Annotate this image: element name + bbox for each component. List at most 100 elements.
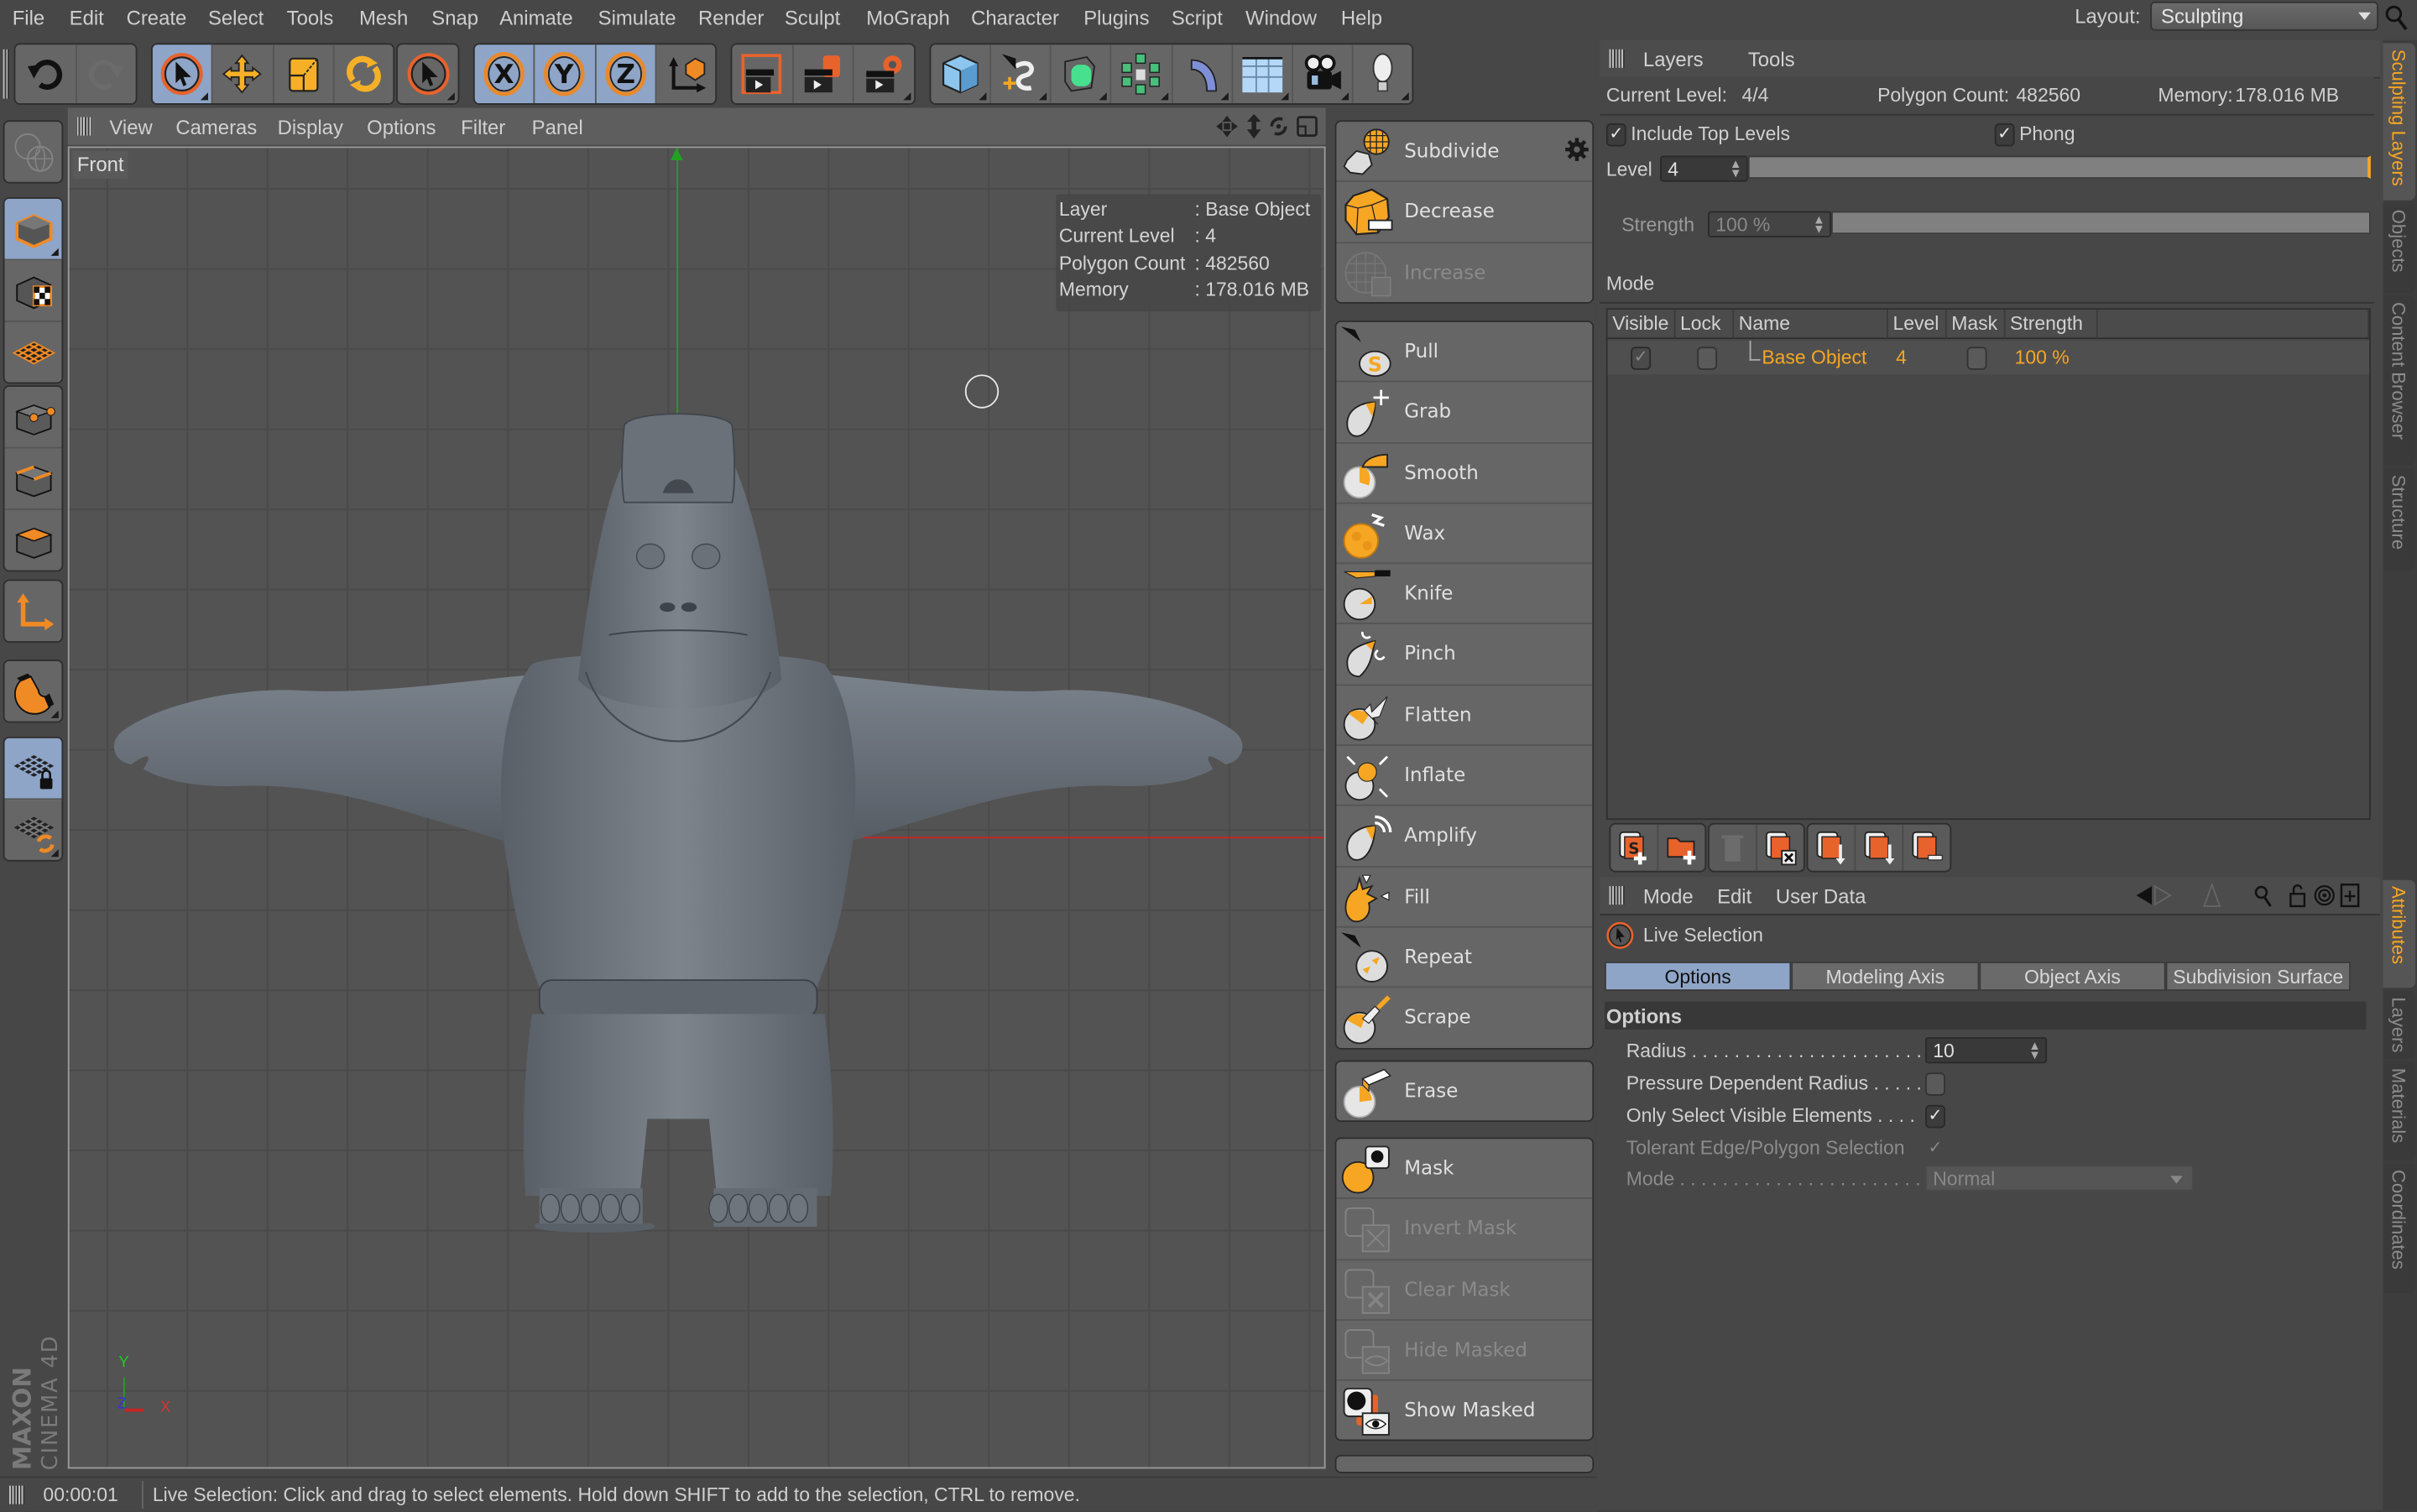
- viewport-menu-filter[interactable]: Filter: [461, 116, 505, 139]
- radius-field[interactable]: 10 ▲ ▼: [1925, 1037, 2048, 1064]
- side-tab-materials[interactable]: Materials: [2383, 1061, 2416, 1161]
- live-selection-button[interactable]: [152, 44, 213, 104]
- menu-character[interactable]: Character: [971, 6, 1059, 29]
- bake-layer-button[interactable]: [1808, 824, 1856, 871]
- stepper-icon[interactable]: ▲ ▼: [1813, 213, 1825, 235]
- menu-select[interactable]: Select: [208, 6, 264, 29]
- tool-mask[interactable]: Mask: [1336, 1139, 1593, 1200]
- orbit-icon[interactable]: [1270, 117, 1287, 136]
- menu-plugins[interactable]: Plugins: [1083, 6, 1149, 29]
- phong-checkbox[interactable]: ✓: [1994, 123, 2015, 147]
- mode-dropdown[interactable]: Normal: [1925, 1165, 2194, 1191]
- tool-smooth[interactable]: Smooth: [1336, 443, 1593, 504]
- col-strength[interactable]: Strength: [2005, 310, 2098, 340]
- menu-help[interactable]: Help: [1341, 6, 1382, 29]
- menu-simulate[interactable]: Simulate: [598, 6, 676, 29]
- planar-workplane-button[interactable]: [5, 800, 62, 860]
- stepper-icon[interactable]: ▲ ▼: [1730, 158, 1742, 180]
- menu-create[interactable]: Create: [127, 6, 187, 29]
- viewport-menu-options[interactable]: Options: [367, 116, 436, 139]
- add-folder-button[interactable]: [1658, 825, 1704, 871]
- side-tab-content-browser[interactable]: Content Browser: [2383, 295, 2416, 466]
- subdivision-surface-button[interactable]: [1052, 44, 1112, 104]
- side-tab-layers[interactable]: Layers: [2383, 990, 2416, 1059]
- tool-repeat[interactable]: Repeat: [1336, 928, 1593, 988]
- add-layer-button[interactable]: S: [1610, 824, 1659, 871]
- layer-strength[interactable]: 100 %: [2015, 347, 2070, 368]
- remove-layer-button[interactable]: [1903, 825, 1950, 871]
- tab-options[interactable]: Options: [1605, 962, 1792, 991]
- floor-button[interactable]: [1233, 44, 1293, 104]
- layer-row[interactable]: ✓ Base Object 4 100 %: [1607, 340, 2370, 375]
- col-mask[interactable]: Mask: [1946, 310, 2006, 340]
- maximize-view-icon[interactable]: [1297, 116, 1318, 138]
- layout-dropdown[interactable]: Sculpting: [2150, 1, 2379, 31]
- tool-knife[interactable]: Knife: [1336, 565, 1593, 625]
- tool-pull[interactable]: S Pull: [1336, 322, 1593, 383]
- edges-mode-button[interactable]: [4, 448, 62, 510]
- panel-grip-icon[interactable]: [9, 1485, 25, 1504]
- viewport-menu-display[interactable]: Display: [278, 116, 343, 139]
- undo-button[interactable]: [15, 44, 76, 104]
- pressure-dependent-radius-checkbox[interactable]: [1925, 1072, 1945, 1096]
- z-axis-lock-button[interactable]: Z: [595, 44, 656, 104]
- spline-pen-button[interactable]: [991, 44, 1052, 104]
- viewport-menu-cameras[interactable]: Cameras: [175, 116, 257, 139]
- stepper-icon[interactable]: ▲ ▼: [2028, 1040, 2041, 1061]
- tool-show-masked[interactable]: Show Masked: [1336, 1381, 1592, 1440]
- polygons-mode-button[interactable]: [5, 510, 62, 571]
- menu-window[interactable]: Window: [1245, 6, 1317, 29]
- level-field[interactable]: 4 ▲ ▼: [1660, 155, 1748, 182]
- layer-mask-checkbox[interactable]: [1966, 347, 1987, 370]
- forward-icon[interactable]: [2153, 884, 2172, 906]
- layer-lock-checkbox[interactable]: [1697, 347, 1718, 370]
- camera-button[interactable]: [1293, 44, 1354, 104]
- viewport-menu-panel[interactable]: Panel: [532, 116, 583, 139]
- layers-menu-tools[interactable]: Tools: [1748, 48, 1795, 71]
- coordinate-system-button[interactable]: [656, 44, 715, 103]
- col-visible[interactable]: Visible: [1607, 310, 1676, 340]
- tool-scrape[interactable]: Scrape: [1336, 988, 1592, 1047]
- strength-slider[interactable]: [1830, 211, 2371, 235]
- up-icon[interactable]: [2203, 883, 2221, 907]
- new-panel-icon[interactable]: [2340, 884, 2360, 908]
- locked-workplane-button[interactable]: [4, 738, 62, 800]
- side-tab-sculpting-layers[interactable]: Sculpting Layers: [2383, 43, 2416, 201]
- redo-button[interactable]: [76, 44, 136, 103]
- side-tab-structure[interactable]: Structure: [2383, 468, 2416, 571]
- level-slider[interactable]: [1747, 155, 2371, 180]
- rotate-button[interactable]: [334, 44, 393, 103]
- cloner-button[interactable]: [1112, 44, 1172, 104]
- selection-tool-button[interactable]: [398, 44, 458, 103]
- tab-modeling-axis[interactable]: Modeling Axis: [1791, 962, 1980, 991]
- back-icon[interactable]: [2136, 886, 2153, 905]
- menu-file[interactable]: File: [13, 6, 44, 29]
- menu-mesh[interactable]: Mesh: [359, 6, 408, 29]
- sculpt-model[interactable]: [70, 148, 1326, 1468]
- col-lock[interactable]: Lock: [1675, 310, 1735, 340]
- render-view-button[interactable]: [732, 44, 794, 104]
- axis-mode-button[interactable]: [5, 581, 62, 641]
- gear-icon[interactable]: [1564, 137, 1589, 161]
- menu-script[interactable]: Script: [1172, 6, 1223, 29]
- bend-deformer-button[interactable]: [1172, 44, 1233, 104]
- layer-name[interactable]: Base Object: [1762, 347, 1866, 368]
- attributes-menu-user-data[interactable]: User Data: [1776, 884, 1866, 908]
- move-button[interactable]: [213, 44, 274, 104]
- cube-button[interactable]: [931, 44, 992, 104]
- target-icon[interactable]: [2314, 885, 2335, 906]
- menu-tools[interactable]: Tools: [287, 6, 334, 29]
- toolbar-grip[interactable]: [3, 49, 10, 99]
- viewport-front[interactable]: Front Layer: Base Object Current Level: …: [67, 146, 1326, 1469]
- tool-pinch[interactable]: Pinch: [1336, 625, 1593, 686]
- search-icon[interactable]: [2383, 3, 2411, 31]
- model-mode-button[interactable]: [4, 198, 62, 261]
- menu-edit[interactable]: Edit: [70, 6, 104, 29]
- tolerant-selection-checkbox[interactable]: ✓: [1925, 1137, 1945, 1160]
- tool-inflate[interactable]: Inflate: [1336, 746, 1593, 807]
- tool-grab[interactable]: Grab: [1336, 383, 1593, 444]
- tool-subdivide[interactable]: Subdivide: [1336, 122, 1593, 183]
- side-tab-objects[interactable]: Objects: [2383, 203, 2416, 293]
- only-select-visible-checkbox[interactable]: ✓: [1925, 1104, 1945, 1129]
- search-icon[interactable]: [2254, 885, 2272, 907]
